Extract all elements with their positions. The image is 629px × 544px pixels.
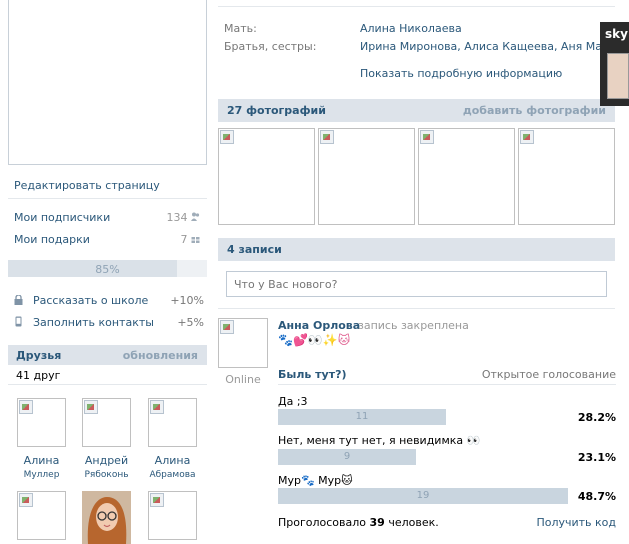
poll-option-percent: 23.1% bbox=[577, 451, 616, 464]
photo-thumb[interactable] bbox=[218, 128, 315, 225]
poll-option-count: 19 bbox=[416, 490, 430, 501]
my-gifts-link[interactable]: Мои подарки bbox=[14, 233, 90, 246]
friends-header: Друзья обновления bbox=[8, 345, 207, 365]
friend-first-name: Алина bbox=[154, 454, 191, 467]
friend-photo[interactable] bbox=[82, 491, 131, 544]
photo-thumb[interactable] bbox=[318, 128, 415, 225]
friend-first-name: Андрей bbox=[84, 454, 129, 467]
siblings-value[interactable]: Ирина Миронова, Алиса Кащеева, Аня Малфо… bbox=[360, 40, 629, 53]
get-code-link[interactable]: Получить код bbox=[536, 516, 616, 529]
friends-updates-link[interactable]: обновления bbox=[123, 349, 198, 362]
new-post-input[interactable] bbox=[226, 271, 607, 297]
poll-option-text: Нет, меня тут нет, я невидимка 👀 bbox=[278, 434, 481, 447]
poll-voted-total: Проголосовало 39 человек. bbox=[278, 516, 439, 529]
my-subscribers-link[interactable]: Мои подписчики bbox=[14, 211, 110, 224]
gifts-count-value: 7 bbox=[180, 233, 188, 246]
friend-photo[interactable] bbox=[148, 398, 197, 447]
wall-header: 4 записи bbox=[218, 238, 615, 261]
gift-icon bbox=[191, 233, 200, 243]
subscribers-count: 134 bbox=[160, 211, 200, 224]
task-value: +5% bbox=[177, 316, 204, 329]
siblings-label: Братья, сестры: bbox=[224, 40, 317, 53]
poll-option-text: Мур🐾 Мур🐱 bbox=[278, 474, 353, 487]
phone-icon bbox=[15, 316, 22, 330]
skype-widget[interactable]: sky bbox=[600, 22, 629, 106]
mother-value[interactable]: Алина Николаева bbox=[360, 22, 462, 35]
wall-title[interactable]: 4 записи bbox=[227, 243, 282, 256]
poll-question: Быль тут?) bbox=[278, 368, 347, 381]
photo-thumb[interactable] bbox=[418, 128, 515, 225]
friend-last-name: Муллер bbox=[23, 470, 60, 480]
add-photos-link[interactable]: добавить фотографии bbox=[463, 104, 606, 117]
friends-count: 41 друг bbox=[16, 369, 61, 382]
edit-page-link[interactable]: Редактировать страницу bbox=[14, 179, 160, 192]
post-pinned-status: запись закреплена bbox=[358, 319, 469, 332]
friend-photo[interactable] bbox=[17, 398, 66, 447]
divider bbox=[8, 384, 207, 385]
top-divider bbox=[218, 6, 615, 7]
avatar[interactable] bbox=[8, 0, 207, 165]
online-status: Online bbox=[225, 373, 261, 386]
profile-progress-text: 85% bbox=[95, 263, 120, 276]
friends-title[interactable]: Друзья bbox=[16, 349, 61, 362]
photos-title[interactable]: 27 фотографий bbox=[227, 104, 326, 117]
mother-label: Мать: bbox=[224, 22, 257, 35]
poll-option-count: 11 bbox=[355, 411, 369, 422]
friend-last-name: Абрамова bbox=[149, 470, 196, 480]
poll-option-count: 9 bbox=[343, 451, 351, 462]
friend-last-name: Рябоконь bbox=[84, 470, 129, 480]
poll-option-percent: 28.2% bbox=[577, 411, 616, 424]
skype-avatar bbox=[607, 53, 629, 99]
left-column: Редактировать страницу Мои подписчики 13… bbox=[0, 0, 210, 544]
post-author-avatar[interactable] bbox=[218, 318, 268, 368]
poll-voted-prefix: Проголосовало bbox=[278, 516, 367, 529]
friend-first-name: Алина bbox=[23, 454, 60, 467]
show-details-link[interactable]: Показать подробную информацию bbox=[360, 67, 562, 80]
friend-photo[interactable] bbox=[148, 491, 197, 540]
profile-progress-bar: 85% bbox=[8, 260, 207, 277]
gifts-count: 7 bbox=[160, 233, 200, 246]
poll-type: Открытое голосование bbox=[481, 368, 616, 381]
post-author[interactable]: Анна Орлова bbox=[278, 319, 360, 332]
task-label: Заполнить контакты bbox=[33, 316, 154, 329]
divider bbox=[218, 308, 615, 309]
subscribers-count-value: 134 bbox=[166, 211, 188, 224]
friend-name[interactable]: Андрей Рябоконь bbox=[75, 454, 138, 482]
lock-icon bbox=[14, 294, 23, 308]
divider bbox=[8, 198, 207, 199]
task-value: +10% bbox=[170, 294, 204, 307]
skype-label: sky bbox=[605, 27, 628, 41]
poll-option-text: Да ;3 bbox=[278, 395, 308, 408]
poll-voted-count: 39 bbox=[369, 516, 385, 529]
photo-thumb[interactable] bbox=[518, 128, 615, 225]
poll-option-bar[interactable]: 19 bbox=[278, 488, 568, 504]
post-emoji-text: 🐾💕👀✨🐱 bbox=[278, 333, 351, 347]
poll-option-percent: 48.7% bbox=[577, 490, 616, 503]
poll-option-bar[interactable]: 9 bbox=[278, 449, 416, 465]
friend-photo[interactable] bbox=[17, 491, 66, 540]
photos-header: 27 фотографий добавить фотографии bbox=[218, 99, 615, 122]
poll-option-bar[interactable]: 11 bbox=[278, 409, 446, 425]
friend-photo[interactable] bbox=[82, 398, 131, 447]
friend-name[interactable]: Алина Абрамова bbox=[141, 454, 204, 482]
task-label: Рассказать о школе bbox=[33, 294, 149, 307]
friend-name[interactable]: Алина Муллер bbox=[10, 454, 73, 482]
people-icon bbox=[191, 211, 200, 221]
poll-voted-suffix: человек. bbox=[388, 516, 439, 529]
divider bbox=[278, 384, 616, 385]
